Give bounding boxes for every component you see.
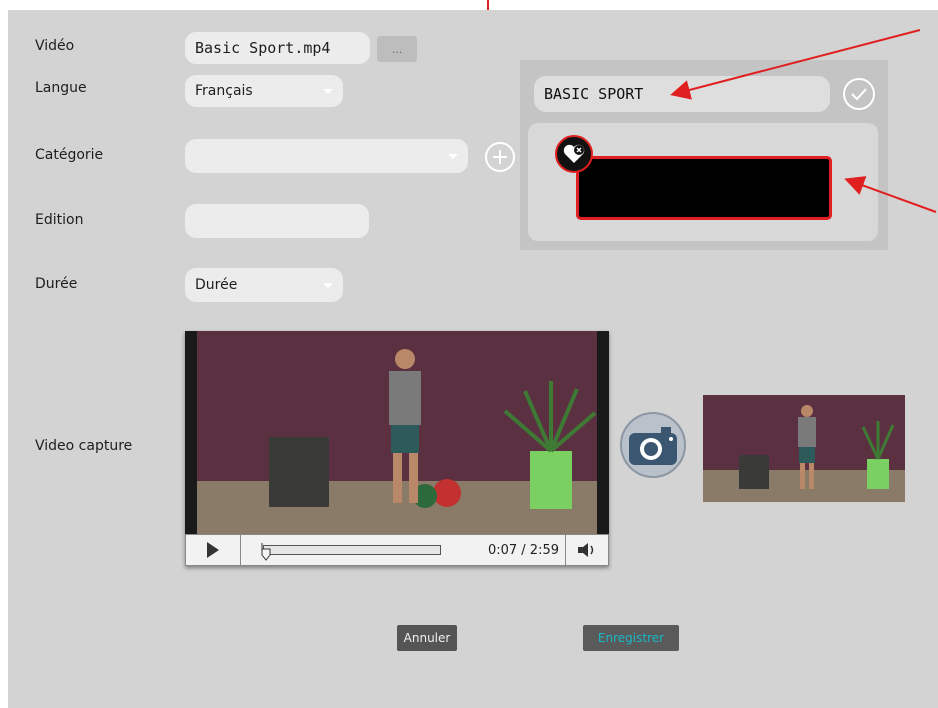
play-icon (207, 542, 219, 558)
video-file-field[interactable]: Basic Sport.mp4 (185, 32, 370, 64)
edition-input[interactable] (185, 204, 369, 238)
cancel-button-label: Annuler (403, 631, 451, 645)
langue-label: Langue (35, 80, 87, 96)
time-display: 0:07 / 2:59 (487, 542, 559, 558)
duree-select-value: Durée (195, 277, 238, 293)
save-button[interactable]: Enregistrer (583, 625, 679, 651)
edition-label: Edition (35, 212, 84, 228)
browse-button[interactable]: ... (377, 36, 417, 62)
title-input[interactable]: BASIC SPORT (534, 76, 830, 112)
title-input-value: BASIC SPORT (544, 85, 644, 103)
camera-icon[interactable] (617, 411, 689, 479)
duree-label: Durée (35, 276, 78, 292)
volume-button[interactable] (565, 535, 608, 565)
play-button[interactable] (186, 535, 241, 565)
video-frame (185, 331, 609, 534)
video-file-value: Basic Sport.mp4 (195, 39, 331, 57)
chevron-down-icon (323, 89, 333, 94)
heart-remove-icon[interactable] (554, 134, 594, 174)
capture-image (703, 395, 905, 502)
ellipsis-icon: ... (391, 42, 403, 56)
chevron-down-icon (448, 154, 458, 159)
title-preview-box[interactable] (576, 156, 832, 220)
seek-bar[interactable]: 0:07 / 2:59 (241, 535, 565, 565)
plus-circle-icon[interactable] (484, 141, 516, 173)
video-player[interactable] (185, 331, 609, 566)
cancel-button[interactable]: Annuler (397, 625, 457, 651)
video-label: Vidéo (35, 38, 75, 54)
video-capture-label: Video capture (35, 438, 133, 454)
langue-select-value: Français (195, 83, 253, 99)
seek-track[interactable] (263, 545, 441, 555)
langue-select[interactable]: Français (185, 75, 343, 107)
check-circle-icon[interactable] (842, 77, 876, 111)
categorie-label: Catégorie (35, 147, 104, 163)
seek-handle[interactable] (261, 543, 271, 561)
volume-icon (578, 543, 594, 557)
save-button-label: Enregistrer (597, 631, 665, 645)
capture-thumbnail (703, 395, 905, 502)
categorie-select[interactable] (185, 139, 468, 173)
player-controls: 0:07 / 2:59 (185, 534, 609, 566)
duree-select[interactable]: Durée (185, 268, 343, 302)
chevron-down-icon (323, 283, 333, 288)
